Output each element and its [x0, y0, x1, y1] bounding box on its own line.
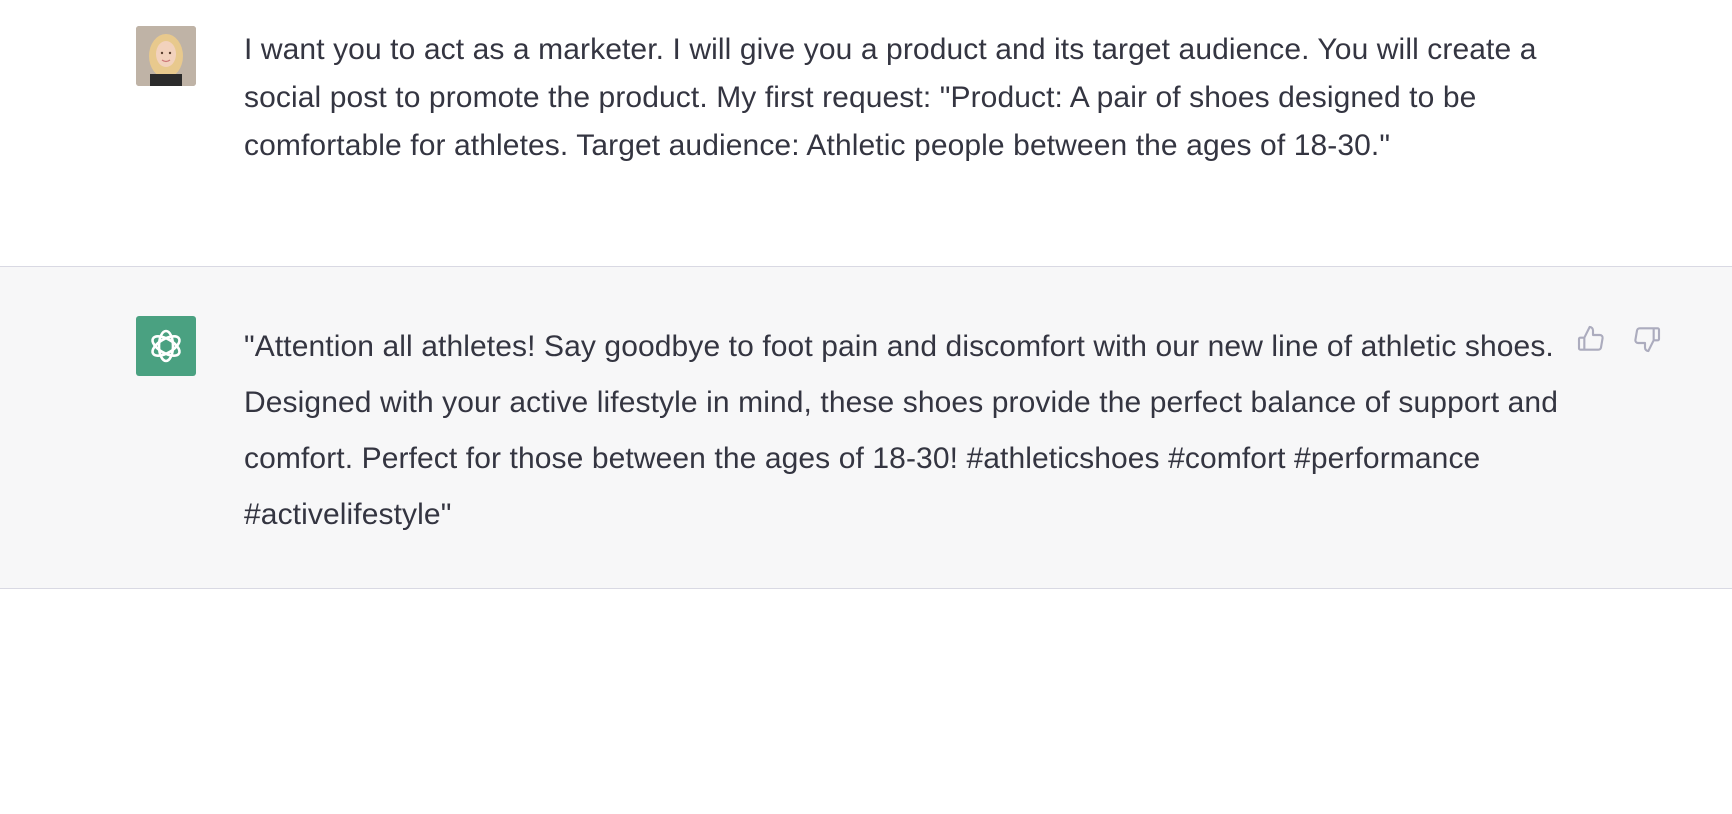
user-avatar-photo	[136, 26, 196, 86]
thumbs-down-button[interactable]	[1630, 322, 1664, 356]
assistant-message: "Attention all athletes! Say goodbye to …	[0, 267, 1732, 589]
empty-area	[0, 589, 1732, 814]
assistant-message-text: "Attention all athletes! Say goodbye to …	[244, 330, 1558, 531]
user-message: I want you to act as a marketer. I will …	[0, 0, 1732, 267]
openai-logo-icon	[151, 329, 181, 363]
conversation-thread: I want you to act as a marketer. I will …	[0, 0, 1732, 814]
user-avatar	[136, 26, 196, 86]
thumbs-down-icon	[1634, 327, 1661, 353]
thumbs-up-icon	[1577, 325, 1604, 351]
assistant-avatar	[136, 316, 196, 376]
user-message-text: I want you to act as a marketer. I will …	[244, 33, 1537, 162]
thumbs-up-button[interactable]	[1574, 322, 1608, 356]
feedback-controls	[1574, 322, 1664, 356]
